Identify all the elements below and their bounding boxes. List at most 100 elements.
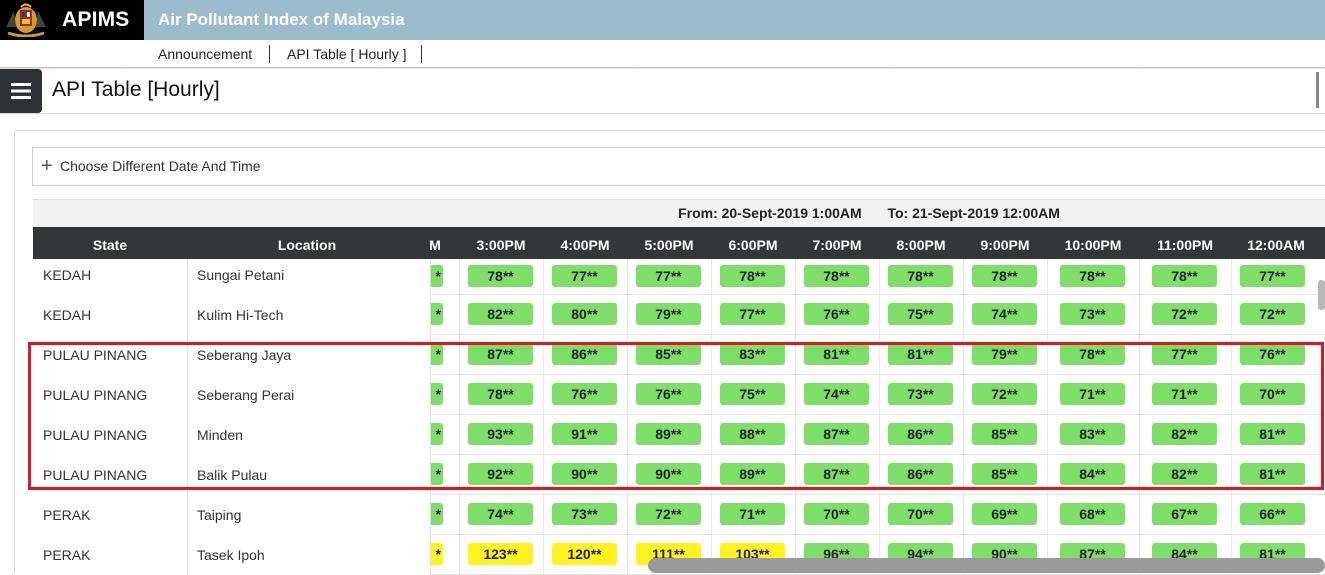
api-value-badge: 89** [636,423,701,445]
column-header-hour: 6:00PM [728,237,778,253]
cell-divider [879,495,880,535]
cell-divider [795,335,796,375]
api-value-badge: 82** [1152,463,1217,485]
header-divider [0,113,1325,114]
api-value-badge: 85** [972,423,1037,445]
api-value-badge: 77** [1240,265,1305,287]
api-value-badge: 73** [888,383,953,405]
site-title: Air Pollutant Index of Malaysia [158,10,405,29]
api-value-badge: 82** [1152,423,1217,445]
cell-divider [459,455,460,495]
cell-divider [1139,335,1140,375]
choose-date-time-toggle[interactable]: + Choose Different Date And Time [32,147,1325,186]
cell-divider [1231,415,1232,455]
table-row: * 93** 91** 89** 88** 87** 86** 85** 83** 82** 81*… [33,415,1325,455]
api-value-badge: 78** [468,265,533,287]
api-value-badge: 86** [888,463,953,485]
coat-of-arms-icon [2,1,50,39]
column-header-location[interactable]: Location [187,237,427,253]
api-value-badge: 76** [1240,343,1305,365]
nav-api-table-hourly[interactable]: API Table [ Hourly ] [287,46,407,62]
column-divider [187,375,188,415]
nav-separator [269,45,270,63]
location-cell: Taiping [197,507,242,523]
api-value-badge: 85** [636,343,701,365]
cell-divider [963,375,964,415]
api-value-badge: 78** [468,383,533,405]
location-cell: Sungai Petani [197,267,285,283]
api-value-badge: 74** [468,503,533,525]
api-value-badge: 90** [636,463,701,485]
column-header-hour: 9:00PM [980,237,1030,253]
api-value-badge: 76** [804,303,869,325]
api-value-badge: 70** [888,503,953,525]
cell-divider [1139,259,1140,295]
brand-name: APIMS [62,8,130,31]
cell-divider [963,335,964,375]
api-value-badge: 84** [1060,463,1125,485]
api-value-badge: 73** [552,503,617,525]
cell-divider [1231,375,1232,415]
cell-divider [543,495,544,535]
sub-navigation: Announcement API Table [ Hourly ] [0,40,1325,68]
cell-divider [795,375,796,415]
api-value-badge: 80** [552,303,617,325]
api-value-badge: 77** [720,303,785,325]
fixed-columns: PULAU PINANG Balik Pulau [33,455,430,495]
cell-divider [459,415,460,455]
location-cell: Seberang Jaya [197,347,292,363]
column-header-hour: 10:00PM [1064,237,1122,253]
cell-divider [963,415,964,455]
api-value-badge: 71** [1152,383,1217,405]
cell-divider [1047,495,1048,535]
cell-divider [1231,295,1232,335]
cell-divider [711,259,712,295]
cell-divider [711,455,712,495]
cell-divider [1139,495,1140,535]
table-row: * 78** 76** 76** 75** 74** 73** 72** 71** 71** 70*… [33,375,1325,415]
api-value-badge: 72** [1152,303,1217,325]
cell-divider [543,455,544,495]
cell-divider [1047,455,1048,495]
cell-divider [711,375,712,415]
location-cell: Tasek Ipoh [197,547,265,563]
api-value-badge: 75** [720,383,785,405]
column-header-state[interactable]: State [33,237,187,253]
api-value-badge: 72** [636,503,701,525]
brand[interactable]: APIMS [0,0,144,40]
api-value-badge: 77** [636,265,701,287]
table-row: * 78** 77** 77** 78** 78** 78** 78** 78** 78** 77*… [33,259,1325,295]
fixed-columns: PULAU PINANG Seberang Jaya [33,335,430,375]
state-cell: KEDAH [43,267,92,283]
nav-announcement[interactable]: Announcement [158,46,252,62]
api-value-badge: 72** [1240,303,1305,325]
column-divider [187,259,188,295]
menu-toggle-button[interactable] [0,69,42,113]
api-value-badge: 81** [804,343,869,365]
api-value-badge: 78** [1152,265,1217,287]
api-value-badge: 79** [972,343,1037,365]
api-value-badge: 91** [552,423,617,445]
cell-divider [459,259,460,295]
api-value-badge: 70** [804,503,869,525]
table-row: * 87** 86** 85** 83** 81** 81** 79** 78** 77** 76*… [33,335,1325,375]
cell-divider [879,259,880,295]
api-value-badge: 85** [972,463,1037,485]
api-value-badge: 74** [972,303,1037,325]
cell-divider [543,335,544,375]
horizontal-scrollbar[interactable] [648,558,1325,573]
api-value-badge: 89** [720,463,785,485]
cell-divider [459,335,460,375]
to-date-label: To: 21-Sept-2019 12:00AM [887,205,1060,221]
location-cell: Minden [197,427,243,443]
api-value-badge: 90** [552,463,617,485]
state-cell: KEDAH [43,307,92,323]
column-header-hour: 7:00PM [812,237,862,253]
cell-divider [627,495,628,535]
vertical-scrollbar[interactable] [1318,280,1325,310]
cell-divider [627,335,628,375]
cell-divider [627,535,628,575]
api-value-badge: 78** [888,265,953,287]
api-value-badge: 76** [636,383,701,405]
api-value-badge: 83** [1060,423,1125,445]
